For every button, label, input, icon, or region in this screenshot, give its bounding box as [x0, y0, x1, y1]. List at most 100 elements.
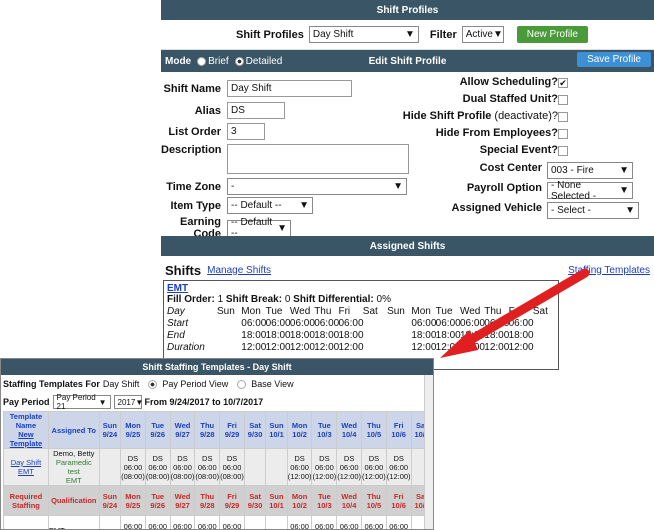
shift-profile-select[interactable]: Day Shift ▼: [308, 26, 419, 43]
special-event-checkbox[interactable]: [558, 146, 568, 156]
earning-code-select[interactable]: -- Default -- ▼: [227, 217, 291, 239]
shift-card: EMT Fill Order: 1 Shift Break: 0 Shift D…: [163, 280, 559, 370]
day-header: Mon 9/25: [120, 411, 146, 449]
day-header-line: 10/3: [317, 430, 332, 439]
description-textarea[interactable]: [227, 144, 409, 174]
required-day-header: Fri 10/6: [385, 485, 412, 516]
pay-period-select[interactable]: Pay Period 21 ▼: [52, 393, 111, 411]
year-value: 2017: [117, 397, 136, 407]
day-header-line: 10/5: [366, 430, 382, 439]
manage-shifts-link[interactable]: Manage Shifts: [207, 265, 271, 276]
filter-select[interactable]: Active ▼: [461, 26, 504, 43]
base-view-radio[interactable]: [237, 379, 247, 389]
required-day-header-line: Thu: [367, 491, 381, 501]
required-day-header-line: 9/24: [102, 500, 118, 510]
list-order-label: List Order: [168, 125, 221, 138]
day-header: Mon 10/2: [286, 411, 313, 449]
duration-cell: 12:00: [265, 342, 291, 353]
detailed-radio[interactable]: [234, 56, 244, 66]
time-zone-select[interactable]: - ▼: [227, 178, 407, 195]
profile-selector-row: Shift Profiles Day Shift ▼ Filter Active ▼…: [161, 20, 654, 50]
required-cell: 06:00(12:00): [286, 515, 313, 530]
day-header-line: Tue: [317, 421, 331, 430]
day-header-line: Tue: [151, 421, 165, 430]
required-day-header: Thu 10/5: [361, 485, 387, 516]
hide-employees-checkbox[interactable]: [558, 129, 568, 139]
days-cell: Sun: [387, 306, 405, 317]
new-profile-button[interactable]: New Profile: [516, 26, 588, 43]
pay-period-view-radio[interactable]: [148, 379, 158, 389]
required-cell: [265, 515, 288, 529]
duration-cell: 12:00: [484, 342, 510, 353]
alias-input[interactable]: DS: [227, 102, 285, 119]
template-name-link[interactable]: Day Shift EMT: [11, 458, 41, 476]
chevron-down-icon: ▼: [135, 397, 144, 407]
required-day-header: Tue 10/3: [311, 485, 338, 516]
schedule-cell: DS 06:00 (12:00): [286, 448, 313, 486]
required-day-header-line: 10/6: [391, 500, 406, 510]
qualification-emt-cell: EMT: [47, 515, 100, 529]
base-view-label: Base View: [251, 379, 294, 389]
assigned-to-line: Paramedic test: [55, 458, 92, 476]
day-header-line: 9/29: [224, 430, 240, 439]
day-header-line: 9/26: [150, 430, 166, 439]
year-select[interactable]: 2017 ▼: [113, 395, 144, 409]
start-cell: 06:00: [241, 318, 267, 329]
shift-card-name-link[interactable]: EMT: [167, 283, 555, 294]
templates-for-value: Day Shift: [102, 379, 140, 389]
days-cell: Thu: [484, 306, 502, 317]
day-header: Wed 9/27: [169, 411, 196, 449]
assigned-vehicle-select[interactable]: - Select - ▼: [547, 202, 639, 219]
day-header: Wed 10/4: [336, 411, 363, 449]
chevron-down-icon: ▼: [98, 397, 107, 407]
assigned-to-cell: Demo, Betty Paramedic test EMT: [47, 448, 100, 486]
staffing-templates-link[interactable]: Staffing Templates: [568, 265, 650, 276]
required-day-header: Sun 10/1: [265, 485, 288, 516]
required-day-header-line: Wed: [341, 491, 357, 501]
shift-profiles-label: Shift Profiles: [236, 28, 304, 41]
required-day-header-line: Sun: [102, 491, 117, 501]
schedule-cell-line: (08:00): [121, 471, 145, 481]
start-cell: [363, 318, 387, 330]
schedule-cell-line: DS: [127, 453, 139, 463]
schedule-cell-line: (12:00): [337, 471, 362, 481]
brief-radio[interactable]: [197, 56, 207, 66]
end-cell: 18:00: [289, 330, 315, 341]
day-header-line: 10/6: [391, 430, 406, 439]
chevron-down-icon: ▼: [619, 165, 629, 176]
days-cell: Sun: [217, 306, 235, 317]
schedule-cell-line: (12:00): [312, 471, 337, 481]
duration-cell: 12:00: [435, 342, 461, 353]
schedule-cell-line: (08:00): [170, 471, 195, 481]
cost-center-select[interactable]: 003 - Fire ▼: [547, 162, 633, 179]
hide-profile-checkbox[interactable]: [558, 112, 568, 122]
schedule-cell: [265, 448, 288, 486]
item-type-select[interactable]: -- Default -- ▼: [227, 197, 313, 214]
required-day-header-line: 9/27: [175, 500, 190, 510]
chevron-down-icon: ▼: [404, 29, 415, 40]
shift-name-input[interactable]: Day Shift: [227, 80, 352, 97]
new-template-link[interactable]: New Template: [4, 430, 48, 448]
schedule-cell-line: (12:00): [362, 471, 386, 481]
payroll-option-select[interactable]: - None Selected - ▼: [547, 180, 633, 202]
shift-week-grid: Day Sun Mon Tue Wed Thu Fri Sat Sun Mon Tue Wed Thu F…: [167, 306, 555, 354]
schedule-cell-line: DS: [177, 453, 188, 463]
list-order-input[interactable]: 3: [227, 123, 265, 140]
dual-staffed-checkbox[interactable]: [558, 95, 568, 105]
cost-center-label: Cost Center: [479, 162, 542, 174]
required-cell-line: 06:00: [290, 521, 309, 530]
end-cell: [363, 330, 387, 342]
save-profile-button[interactable]: Save Profile: [577, 52, 651, 67]
popup-scrollbar[interactable]: [424, 375, 433, 529]
assigned-to-header: Assigned To: [47, 411, 100, 449]
cost-center-value: 003 - Fire: [551, 165, 594, 176]
chevron-down-icon: ▼: [277, 222, 287, 234]
days-cell: Wed: [459, 306, 481, 317]
required-day-header-line: Fri: [227, 491, 237, 501]
start-cell: 06:00: [508, 318, 534, 329]
schedule-cell-line: (08:00): [220, 471, 244, 481]
required-day-header-line: 9/28: [199, 500, 215, 510]
required-cell-line: 06:00: [339, 521, 359, 530]
allow-scheduling-checkbox[interactable]: ✔: [558, 78, 568, 88]
time-zone-label: Time Zone: [166, 180, 221, 193]
